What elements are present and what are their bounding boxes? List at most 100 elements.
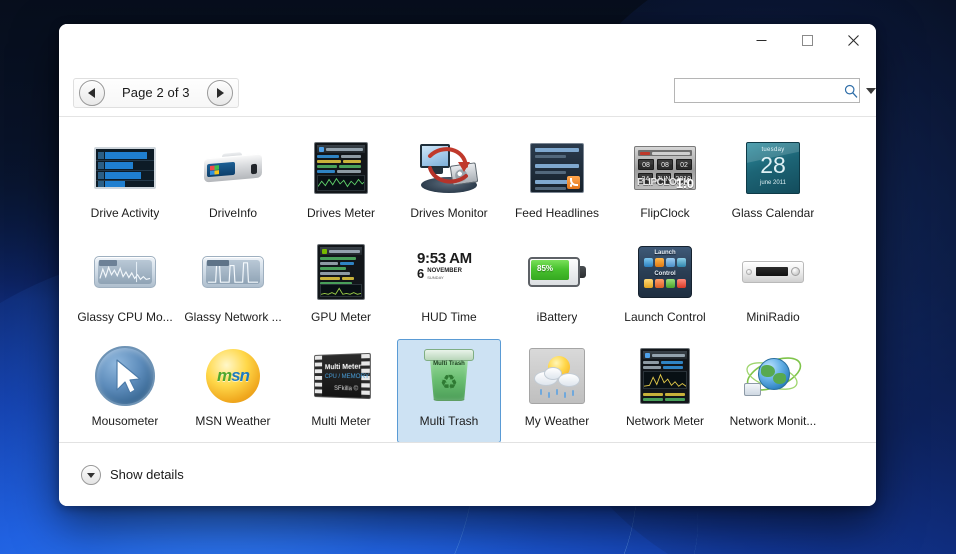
flipclock-digit: 08: [657, 159, 673, 170]
gadget-label: MSN Weather: [195, 414, 271, 428]
multi-trash-badge: Multi Trash: [433, 361, 465, 367]
gadget-item-network-monitor[interactable]: Network Monit...: [721, 339, 825, 442]
flipclock-icon: 08 08 02 24 JUN 2010 FLIPCLOCK 1.0: [634, 146, 696, 190]
gpu-meter-icon: [317, 244, 365, 300]
drives-meter-icon: [314, 142, 368, 194]
gadget-item-gpu-meter[interactable]: GPU Meter: [289, 235, 393, 339]
gadget-item-feed-headlines[interactable]: Feed Headlines: [505, 131, 609, 235]
glassy-cpu-monitor-icon: [94, 256, 156, 288]
miniradio-icon: [742, 261, 804, 283]
gadget-item-launch-control[interactable]: Launch Control Launch Control: [613, 235, 717, 339]
multi-meter-line2: CPU / MEMORY: [324, 373, 370, 381]
chevron-down-icon: [81, 464, 101, 485]
flipclock-version: 1.0: [675, 176, 694, 190]
msn-logo-text: msn: [217, 366, 250, 385]
launch-control-icon: Launch Control: [638, 246, 692, 298]
gadget-thumbnail: 08 08 02 24 JUN 2010 FLIPCLOCK 1.0: [633, 136, 697, 200]
gadget-item-mousometer[interactable]: Mousometer: [73, 339, 177, 442]
gadget-thumbnail: [417, 136, 481, 200]
previous-page-button[interactable]: [79, 79, 105, 106]
hud-time-day: 6: [417, 266, 425, 281]
gadget-label: GPU Meter: [310, 310, 371, 324]
gadget-item-drives-monitor[interactable]: Drives Monitor: [397, 131, 501, 235]
gadget-label: Glassy Network ...: [184, 310, 282, 324]
gadget-thumbnail: tuesday 28 june 2011: [741, 136, 805, 200]
gadget-thumbnail: 85%: [525, 240, 589, 304]
search-input[interactable]: [675, 79, 842, 102]
feed-headlines-icon: [530, 143, 584, 193]
gadget-thumbnail: Launch Control: [633, 240, 697, 304]
gadget-item-multi-meter[interactable]: Multi Meter CPU / MEMORY SFkilla © Multi…: [289, 339, 393, 442]
gadget-label: Network Meter: [625, 414, 705, 428]
msn-weather-icon: msn: [206, 349, 260, 403]
maximize-button[interactable]: [784, 24, 830, 56]
gadget-thumbnail: Multi Meter CPU / MEMORY SFkilla ©: [309, 344, 373, 408]
gadget-thumbnail: [93, 240, 157, 304]
search-dropdown-caret-icon[interactable]: [866, 87, 876, 94]
search-box[interactable]: [674, 78, 876, 103]
gadget-item-network-meter[interactable]: Network Meter: [613, 339, 717, 442]
calendar-month-year: june 2011: [760, 180, 786, 186]
gadget-item-drives-meter[interactable]: Drives Meter: [289, 131, 393, 235]
gadget-thumbnail: [741, 240, 805, 304]
desktop: Page 2 of 3 Drive Activity DriveInfo Dri…: [0, 0, 956, 554]
gadget-label: My Weather: [524, 414, 590, 428]
close-button[interactable]: [830, 24, 876, 56]
gadget-item-drive-activity[interactable]: Drive Activity: [73, 131, 177, 235]
battery-percent: 85%: [537, 264, 554, 273]
gadget-label: Mousometer: [91, 414, 159, 428]
gadget-label: MiniRadio: [746, 310, 800, 324]
gadget-thumbnail: msn: [201, 344, 265, 408]
multi-trash-icon: Multi Trash ♻: [424, 349, 474, 403]
launch-caption-bottom: Control: [654, 271, 676, 277]
gadget-item-driveinfo[interactable]: DriveInfo: [181, 131, 285, 235]
gadget-item-ibattery[interactable]: 85% iBattery: [505, 235, 609, 339]
gadget-thumbnail: [309, 240, 373, 304]
gadget-thumbnail: 9:53 AM 6 NOVEMBER SUNDAY: [417, 240, 481, 304]
show-details-button[interactable]: Show details: [81, 464, 184, 485]
gadget-item-flipclock[interactable]: 08 08 02 24 JUN 2010 FLIPCLOCK 1.0 FlipC…: [613, 131, 717, 235]
gadget-item-multi-trash[interactable]: Multi Trash ♻ Multi Trash: [397, 339, 501, 442]
gadget-label: Glassy CPU Mo...: [77, 310, 173, 324]
gadget-label: Feed Headlines: [514, 206, 600, 220]
hud-time-month: NOVEMBER: [427, 268, 462, 274]
gadget-item-glassy-cpu-monitor[interactable]: Glassy CPU Mo...: [73, 235, 177, 339]
gadget-label: HUD Time: [421, 310, 477, 324]
minimize-button[interactable]: [738, 24, 784, 56]
gadget-label: Drives Monitor: [410, 206, 488, 220]
gadget-thumbnail: [93, 136, 157, 200]
hud-time-weekday: SUNDAY: [427, 275, 444, 280]
drive-activity-icon: [94, 147, 156, 189]
gadget-thumbnail: [201, 240, 265, 304]
gadget-label: Drive Activity: [90, 206, 160, 220]
calendar-day: 28: [760, 152, 786, 178]
multi-meter-line1: Multi Meter: [324, 363, 362, 372]
network-meter-icon: [640, 348, 690, 404]
mousometer-icon: [95, 346, 155, 406]
gadget-label: Launch Control: [624, 310, 706, 324]
gadget-thumbnail: [201, 136, 265, 200]
gadget-label: FlipClock: [640, 206, 690, 220]
drives-monitor-icon: [418, 142, 480, 194]
gadget-label: iBattery: [536, 310, 578, 324]
multi-meter-line3: SFkilla ©: [334, 385, 359, 393]
gadget-label: Glass Calendar: [731, 206, 815, 220]
gadget-item-glassy-network[interactable]: Glassy Network ...: [181, 235, 285, 339]
gadget-item-msn-weather[interactable]: msn MSN Weather: [181, 339, 285, 442]
gadget-item-my-weather[interactable]: My Weather: [505, 339, 609, 442]
gadget-thumbnail: [93, 344, 157, 408]
search-icon[interactable]: [842, 79, 859, 102]
gadget-gallery-window: Page 2 of 3 Drive Activity DriveInfo Dri…: [59, 24, 876, 506]
gadget-item-miniradio[interactable]: MiniRadio: [721, 235, 825, 339]
gadget-item-glass-calendar[interactable]: tuesday 28 june 2011 Glass Calendar: [721, 131, 825, 235]
gadget-row: Mousometer msn MSN Weather Multi Meter C…: [71, 339, 864, 442]
multi-meter-icon: Multi Meter CPU / MEMORY SFkilla ©: [313, 352, 371, 400]
my-weather-icon: [529, 348, 585, 404]
hud-time-icon: 9:53 AM 6 NOVEMBER SUNDAY: [417, 251, 481, 293]
gadget-item-hud-time[interactable]: 9:53 AM 6 NOVEMBER SUNDAY HUD Time: [397, 235, 501, 339]
flipclock-digit: 02: [676, 159, 692, 170]
gadget-label: Multi Trash: [419, 414, 479, 428]
next-page-button[interactable]: [206, 79, 233, 106]
flipclock-digit: 08: [638, 159, 654, 170]
gadget-row: Drive Activity DriveInfo Drives Meter Dr…: [71, 131, 864, 235]
